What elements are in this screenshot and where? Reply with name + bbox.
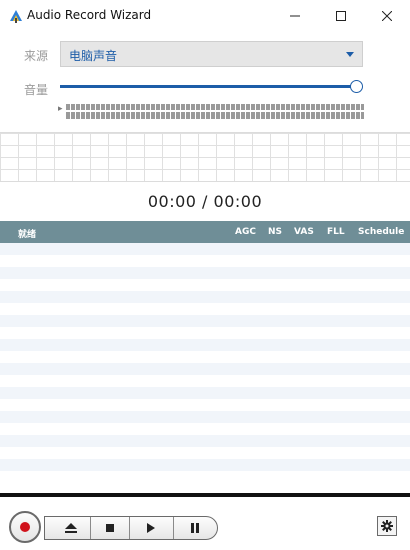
eject-icon [64,523,77,533]
gear-icon [381,520,393,532]
app-logo-icon [10,10,22,23]
source-dropdown[interactable]: 电脑声音 [60,41,363,67]
close-button[interactable] [364,0,410,32]
play-button[interactable] [129,517,174,539]
level-meter [66,104,364,119]
title-bar: Audio Record Wizard [0,0,410,32]
record-button[interactable] [9,511,41,543]
settings-button[interactable] [377,516,397,536]
column-header-ns[interactable]: NS [268,227,282,237]
column-header-fll[interactable]: FLL [327,227,345,237]
eject-button[interactable] [51,517,91,539]
pause-button[interactable] [173,517,217,539]
list-header: 就绪 AGC NS VAS FLL Schedule [0,221,410,243]
volume-slider-track[interactable] [60,85,356,88]
play-icon [147,523,155,533]
volume-label: 音量 [24,83,49,97]
record-list[interactable] [0,243,410,483]
time-display: 00:00 / 00:00 [147,192,263,211]
column-header-agc[interactable]: AGC [235,227,256,237]
source-value: 电脑声音 [69,49,118,63]
pause-icon [191,523,199,533]
waveform-display [0,132,410,182]
record-icon [20,522,30,532]
stop-icon [105,524,114,532]
column-header-vas[interactable]: VAS [294,227,314,237]
volume-slider-thumb[interactable] [350,80,363,93]
progress-bar[interactable] [0,493,410,497]
column-header-schedule[interactable]: Schedule [358,227,404,237]
meter-marker-icon: ▸ [58,104,63,114]
window-title: Audio Record Wizard [27,8,152,22]
minimize-button[interactable] [272,0,318,32]
maximize-icon [336,11,346,21]
source-label: 来源 [24,49,49,63]
close-icon [382,11,392,21]
transport-controls [44,516,218,540]
chevron-down-icon [346,52,354,57]
stop-button[interactable] [90,517,130,539]
maximize-button[interactable] [318,0,364,32]
minimize-icon [290,15,300,17]
column-header-status[interactable]: 就绪 [18,227,36,240]
